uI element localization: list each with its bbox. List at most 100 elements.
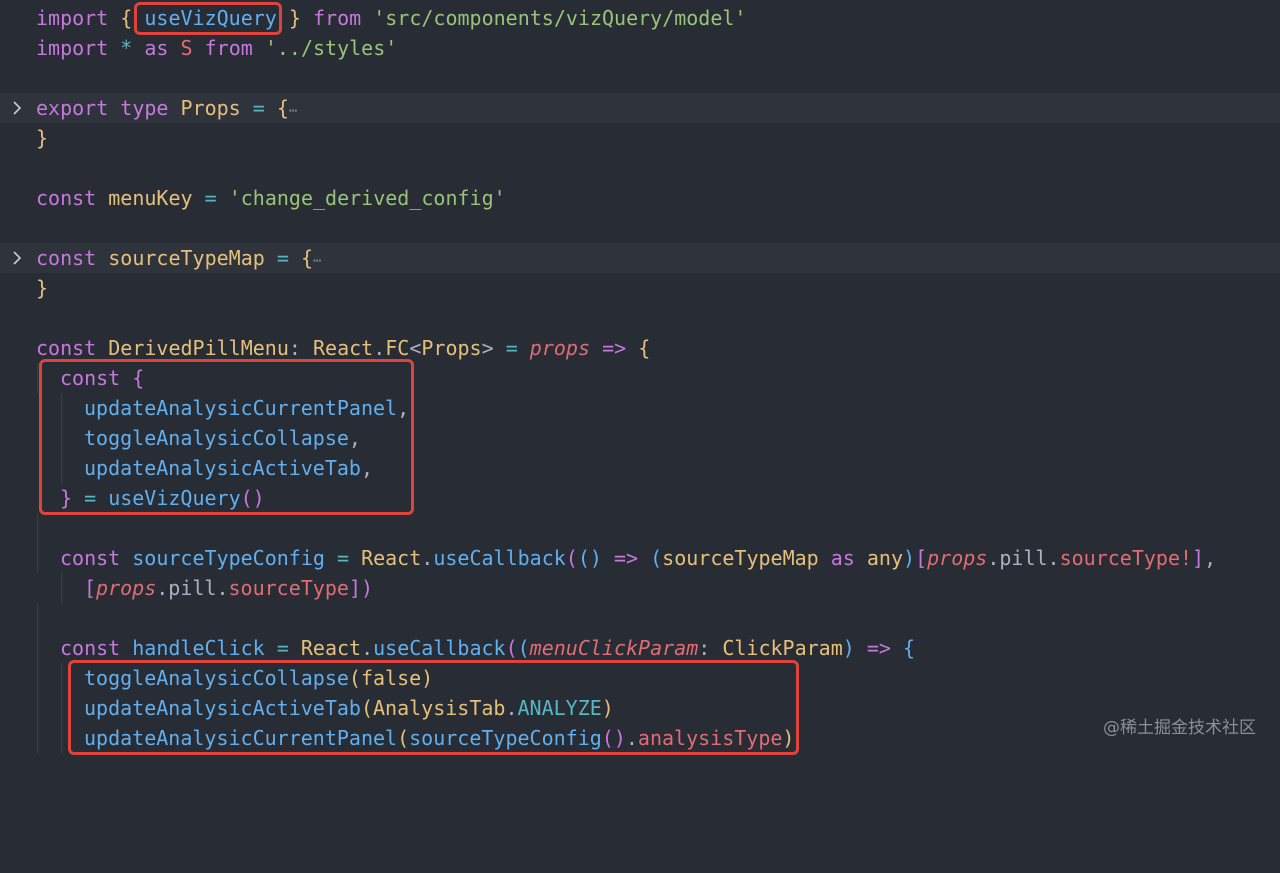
code-line-14[interactable]: updateAnalysicCurrentPanel, (0, 393, 1280, 423)
code-line-1[interactable]: import { useVizQuery } from 'src/compone… (0, 3, 1280, 33)
code-line-19[interactable]: const sourceTypeConfig = React.useCallba… (0, 543, 1280, 573)
token: .pill. (156, 576, 229, 600)
token: = (204, 186, 217, 210)
token: ClickParam (722, 636, 843, 660)
code-editor[interactable]: import { useVizQuery } from 'src/compone… (0, 0, 1280, 758)
token: updateAnalysicActiveTab (84, 456, 361, 480)
token: ( (650, 546, 663, 570)
folded-ellipsis[interactable]: ⋯ (289, 103, 297, 119)
token: () (577, 546, 602, 570)
token: ) (360, 576, 374, 600)
code-line-18[interactable] (0, 513, 1280, 543)
token: , (360, 456, 373, 480)
code-line-20[interactable]: [props.pill.sourceType]) (0, 573, 1280, 603)
token: = (276, 636, 289, 660)
token: Props (180, 96, 241, 120)
indent-guide (37, 513, 38, 543)
code-line-17[interactable]: } = useVizQuery() (0, 483, 1280, 513)
token: } (36, 276, 49, 300)
token: { (132, 366, 145, 390)
token: toggleAnalysicCollapse (84, 666, 349, 690)
token: handleClick (132, 636, 265, 660)
token: sourceTypeMap (662, 546, 819, 570)
token: } (288, 6, 301, 30)
code-line-15[interactable]: toggleAnalysicCollapse, (0, 423, 1280, 453)
indent-guide (37, 663, 38, 693)
indent-guide (61, 693, 62, 723)
code-line-9[interactable]: const sourceTypeMap = {⋯ (0, 243, 1280, 273)
token: updateAnalysicCurrentPanel (84, 396, 398, 420)
code-line-24[interactable]: updateAnalysicActiveTab(AnalysisTab.ANAL… (0, 693, 1280, 723)
token: toggleAnalysicCollapse (84, 426, 349, 450)
token: updateAnalysicCurrentPanel (84, 726, 398, 750)
code-line-13[interactable]: const { (0, 363, 1280, 393)
token: menuClickParam (529, 636, 699, 660)
code-line-21[interactable] (0, 603, 1280, 633)
token: 'src/components/vizQuery/model' (373, 6, 747, 30)
token: type (120, 96, 169, 120)
indent-guide (37, 603, 38, 633)
token: DerivedPillMenu (108, 336, 289, 360)
token: ] (1192, 546, 1205, 570)
token: ) (903, 546, 916, 570)
token: AnalysisTab (373, 696, 506, 720)
chevron-right-icon[interactable] (8, 93, 26, 123)
token: { (276, 96, 289, 120)
folded-ellipsis[interactable]: ⋯ (313, 253, 321, 269)
token: const (36, 246, 97, 270)
token: ) (842, 636, 855, 660)
token: const (60, 546, 121, 570)
token: = (336, 546, 350, 570)
code-line-22[interactable]: const handleClick = React.useCallback((m… (0, 633, 1280, 663)
token: .pill. (987, 546, 1060, 570)
token: { (638, 336, 651, 360)
token: ANALYZE (517, 696, 602, 720)
token: useVizQuery (108, 486, 241, 510)
token: S (180, 36, 193, 60)
token: ( (397, 726, 410, 750)
token: [ (915, 546, 928, 570)
token: props (529, 336, 591, 360)
code-line-12[interactable]: const DerivedPillMenu: React.FC<Props> =… (0, 333, 1280, 363)
code-line-7[interactable]: const menuKey = 'change_derived_config' (0, 183, 1280, 213)
code-line-10[interactable]: } (0, 273, 1280, 303)
indent-guide (37, 363, 38, 393)
token: React (361, 546, 422, 570)
token: } (36, 126, 49, 150)
token: const (60, 366, 121, 390)
token: 'change_derived_config' (228, 186, 506, 210)
indent-guide (61, 453, 62, 483)
indent-guide (61, 573, 62, 603)
code-line-16[interactable]: updateAnalysicActiveTab, (0, 453, 1280, 483)
token: ) (601, 696, 614, 720)
token: = (276, 246, 289, 270)
token: = (505, 336, 518, 360)
chevron-right-icon[interactable] (8, 243, 26, 273)
token: false (360, 666, 422, 690)
token: analysisType (637, 726, 783, 750)
indent-guide (61, 423, 62, 453)
token: ( (505, 636, 518, 660)
token: ( (360, 696, 373, 720)
token: [ (84, 576, 97, 600)
token: ( (348, 666, 361, 690)
code-line-5[interactable]: } (0, 123, 1280, 153)
code-line-23[interactable]: toggleAnalysicCollapse(false) (0, 663, 1280, 693)
token: < (409, 336, 422, 360)
token: . (505, 696, 518, 720)
code-line-4[interactable]: export type Props = {⋯ (0, 93, 1280, 123)
token: ) (782, 726, 795, 750)
token: from (312, 6, 362, 30)
token: const (60, 636, 121, 660)
token: const (36, 336, 97, 360)
code-line-2[interactable]: import * as S from '../styles' (0, 33, 1280, 63)
code-line-25[interactable]: updateAnalysicCurrentPanel(sourceTypeCon… (0, 723, 1280, 753)
token: ( (517, 636, 530, 660)
token: props (927, 546, 988, 570)
token: , (1204, 546, 1217, 570)
token: ) (421, 666, 434, 690)
indent-guide (37, 723, 38, 753)
token: from (204, 36, 253, 60)
indent-guide (37, 693, 38, 723)
indent-guide (61, 663, 62, 693)
